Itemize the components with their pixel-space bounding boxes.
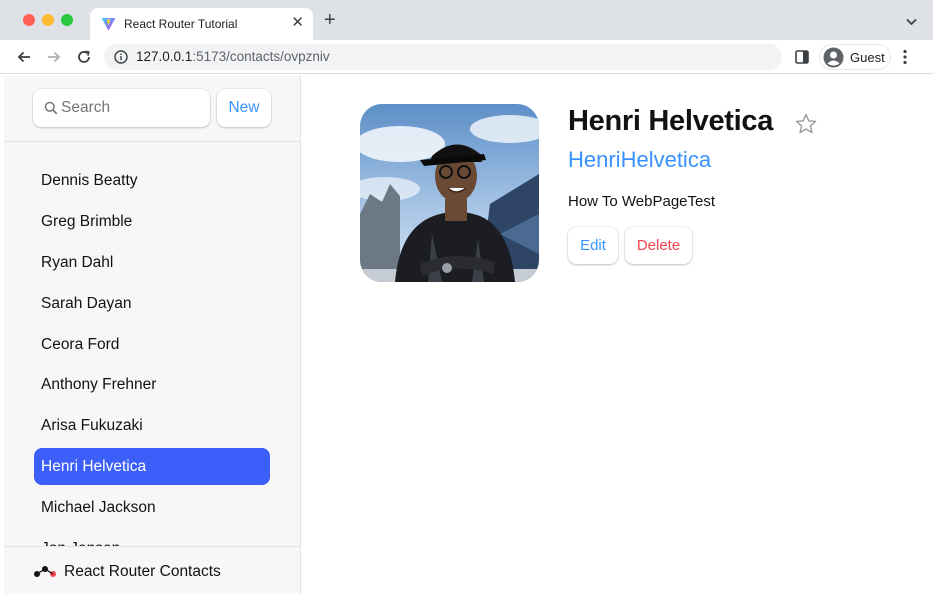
tab-close-icon[interactable]: ✕: [291, 14, 304, 32]
url-host: 127.0.0.1: [136, 49, 193, 64]
contact-name: Henri Helvetica: [568, 105, 774, 137]
site-info-icon[interactable]: [114, 50, 128, 69]
browser-tab[interactable]: React Router Tutorial ✕: [90, 8, 313, 40]
contact-notes: How To WebPageTest: [568, 193, 716, 210]
contact-list-item[interactable]: Arisa Fukuzaki: [34, 407, 270, 444]
tab-title: React Router Tutorial: [124, 17, 238, 31]
search-icon: [44, 101, 58, 120]
browser-menu-icon[interactable]: [903, 49, 907, 70]
contact-list-item-active[interactable]: Henri Helvetica: [34, 448, 270, 486]
react-router-logo-icon: [33, 563, 57, 584]
sidebar-footer: React Router Contacts: [4, 546, 300, 594]
contact-handle-link[interactable]: HenriHelvetica: [568, 147, 711, 173]
chevron-down-icon[interactable]: [906, 13, 917, 31]
sidebar: New Dennis Beatty Greg Brimble Ryan Dahl…: [4, 75, 301, 594]
edit-button[interactable]: Edit: [568, 227, 618, 264]
vite-favicon-icon: [101, 17, 116, 36]
contact-list-item[interactable]: Michael Jackson: [34, 489, 270, 526]
url-path: :5173/contacts/ovpzniv: [192, 49, 330, 64]
contact-list-item[interactable]: Ceora Ford: [34, 326, 270, 363]
reload-icon[interactable]: [75, 48, 93, 66]
forward-arrow-icon[interactable]: [45, 48, 63, 66]
contact-list-item[interactable]: Sarah Dayan: [34, 285, 270, 322]
url-text[interactable]: 127.0.0.1:5173/contacts/ovpzniv: [136, 49, 330, 64]
window-minimize-button[interactable]: [42, 14, 54, 26]
side-panel-icon[interactable]: [795, 50, 809, 69]
address-bar[interactable]: 127.0.0.1:5173/contacts/ovpzniv: [104, 44, 782, 70]
sidebar-divider: [4, 141, 300, 142]
app-title: React Router Contacts: [64, 563, 221, 580]
contact-list-item[interactable]: Dennis Beatty: [34, 162, 270, 199]
contact-avatar: [360, 104, 539, 282]
delete-button[interactable]: Delete: [625, 227, 692, 264]
new-tab-button[interactable]: +: [324, 10, 336, 30]
search-box[interactable]: [33, 89, 210, 127]
browser-toolbar: 127.0.0.1:5173/contacts/ovpzniv Guest: [0, 40, 933, 74]
contact-list-item[interactable]: Anthony Frehner: [34, 366, 270, 403]
contact-list-item[interactable]: Ryan Dahl: [34, 244, 270, 281]
new-contact-button[interactable]: New: [217, 89, 271, 127]
contact-list-item[interactable]: Greg Brimble: [34, 203, 270, 240]
profile-avatar-icon: [823, 47, 844, 73]
profile-button[interactable]: Guest: [819, 44, 891, 70]
contact-list: Dennis Beatty Greg Brimble Ryan Dahl Sar…: [34, 162, 270, 571]
browser-tab-bar: React Router Tutorial ✕ +: [0, 0, 933, 40]
favorite-star-icon[interactable]: [794, 112, 818, 141]
window-close-button[interactable]: [23, 14, 35, 26]
back-arrow-icon[interactable]: [15, 48, 33, 66]
profile-name: Guest: [850, 50, 885, 65]
search-input[interactable]: [61, 89, 201, 127]
window-zoom-button[interactable]: [61, 14, 73, 26]
